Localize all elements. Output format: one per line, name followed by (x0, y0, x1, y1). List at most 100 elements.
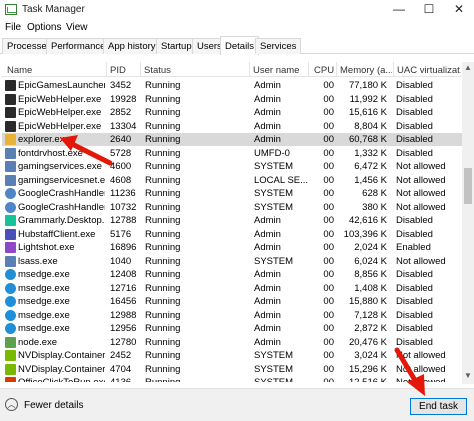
google-icon (5, 188, 16, 199)
cell-uac: Not allowed (396, 161, 446, 172)
table-row[interactable]: GoogleCrashHandler... 10732 Running SYSTEM 0… (2, 201, 462, 214)
cell-pid: 12956 (110, 323, 137, 334)
column-divider[interactable] (140, 62, 141, 77)
table-row[interactable]: EpicWebHelper.exe 19928 Running Admin 00 11,9… (2, 93, 462, 106)
cell-memory: 6,024 K (354, 255, 387, 267)
cell-memory: 1,456 K (354, 174, 387, 186)
cell-uac: Disabled (396, 323, 433, 334)
cell-pid: 12788 (110, 215, 137, 226)
cell-name: EpicWebHelper.exe (18, 107, 102, 118)
table-row[interactable]: Lightshot.exe 16896 Running Admin 00 2,024 K E… (2, 241, 462, 254)
minimize-button[interactable]: — (384, 0, 414, 20)
table-row[interactable]: HubstaffClient.exe 5176 Running Admin 00 103,… (2, 228, 462, 241)
table-header: Name ⌃ PID Status User name CPU Memory (… (2, 62, 462, 77)
cell-memory: 2,872 K (354, 323, 387, 334)
tab-startup[interactable]: Startup (156, 38, 197, 54)
cell-user: Admin (254, 107, 281, 118)
menu-view[interactable]: View (66, 22, 88, 33)
table-row[interactable]: lsass.exe 1040 Running SYSTEM 00 6,024 K Not a… (2, 255, 462, 268)
cell-memory: 60,768 K (348, 134, 387, 145)
column-divider[interactable] (308, 62, 309, 77)
column-divider[interactable] (393, 62, 394, 77)
cell-memory: 1,408 K (354, 282, 387, 294)
edge-icon (5, 296, 16, 307)
cell-user: Admin (254, 215, 281, 226)
cell-cpu: 00 (323, 174, 334, 186)
cell-status: Running (145, 377, 245, 382)
column-header-pid[interactable]: PID (110, 65, 126, 76)
cell-pid: 13304 (110, 120, 137, 132)
tab-services[interactable]: Services (255, 38, 302, 54)
epic-games-icon (5, 93, 16, 105)
cell-memory: 15,880 K (348, 296, 387, 307)
scroll-up-arrow-icon[interactable]: ▲ (462, 62, 474, 74)
scroll-down-arrow-icon[interactable]: ▼ (462, 370, 474, 382)
cell-status: Running (145, 134, 181, 145)
cell-name: GoogleCrashHandler... (18, 188, 105, 199)
table-row[interactable]: GoogleCrashHandler... 11236 Running SYSTEM 0… (2, 187, 462, 200)
cell-user: Admin (254, 269, 281, 280)
column-divider[interactable] (106, 62, 107, 77)
table-row[interactable]: EpicWebHelper.exe 2852 Running Admin 00 15,61… (2, 106, 462, 119)
tab-details[interactable]: Details (220, 36, 260, 55)
cell-name: msedge.exe (18, 269, 70, 280)
column-header-cpu[interactable]: CPU (314, 65, 334, 76)
cell-status: Running (145, 296, 181, 307)
cell-user: SYSTEM (254, 350, 294, 361)
column-header-memory[interactable]: Memory (a... (340, 65, 392, 76)
cell-user: SYSTEM (254, 188, 294, 199)
cell-user: Admin (254, 134, 281, 145)
office-icon (5, 377, 16, 382)
column-header-uac[interactable]: UAC virtualizat... (397, 65, 461, 76)
table-row[interactable]: msedge.exe 12956 Running Admin 00 2,872 K Disa… (2, 322, 462, 335)
table-row[interactable]: EpicWebHelper.exe 13304 Running Admin 00 8,80… (2, 120, 462, 133)
end-task-button[interactable]: End task (410, 398, 467, 415)
close-button[interactable]: ✕ (444, 0, 474, 20)
column-header-user[interactable]: User name (253, 65, 305, 76)
edge-icon (5, 282, 16, 294)
cell-pid: 4608 (110, 174, 132, 186)
table-row[interactable]: gamingservicesnet.e... 4608 Running LOCAL S… (2, 174, 462, 187)
cell-uac: Disabled (396, 282, 433, 294)
vertical-scrollbar[interactable]: ▲ ▼ (462, 62, 474, 384)
table-row[interactable]: msedge.exe 12988 Running Admin 00 7,128 K Disa… (2, 309, 462, 322)
cell-status: Running (145, 147, 181, 159)
cell-user: LOCAL SE... (254, 174, 309, 186)
table-row[interactable]: msedge.exe 12716 Running Admin 00 1,408 K Disa… (2, 282, 462, 295)
cell-name: gamingservicesnet.e... (18, 174, 105, 186)
table-row[interactable]: Grammarly.Desktop.... 12788 Running Admin 00… (2, 214, 462, 227)
title-bar: Task Manager — ☐ ✕ (0, 0, 474, 20)
column-divider[interactable] (336, 62, 337, 77)
scrollbar-thumb[interactable] (464, 168, 472, 204)
cell-cpu: 00 (323, 120, 334, 132)
maximize-button[interactable]: ☐ (414, 0, 444, 20)
cell-name: EpicWebHelper.exe (18, 120, 102, 132)
cell-name: EpicWebHelper.exe (18, 93, 102, 105)
cell-user: SYSTEM (254, 201, 294, 213)
fewer-details-link[interactable]: Fewer details (24, 400, 83, 411)
table-row[interactable]: EpicGamesLauncher... 3452 Running Admin 00 77… (2, 79, 462, 92)
cell-pid: 5176 (110, 228, 132, 240)
table-row[interactable]: msedge.exe 12408 Running Admin 00 8,856 K Disa… (2, 268, 462, 281)
cell-pid: 12408 (110, 269, 137, 280)
cell-user: SYSTEM (254, 363, 294, 375)
column-header-status[interactable]: Status (144, 65, 171, 76)
menu-options[interactable]: Options (27, 22, 61, 33)
column-divider[interactable] (249, 62, 250, 77)
cell-name: Grammarly.Desktop.... (18, 215, 105, 226)
nvidia-icon (5, 350, 16, 361)
cell-user: Admin (254, 120, 281, 132)
cell-pid: 11236 (110, 188, 136, 199)
cell-status: Running (145, 255, 181, 267)
table-row[interactable]: msedge.exe 16456 Running Admin 00 15,880 K Dis… (2, 295, 462, 308)
cell-name: node.exe (18, 336, 58, 348)
cell-cpu: 00 (323, 309, 334, 321)
cell-status: Running (145, 161, 181, 172)
tab-performance[interactable]: Performance (46, 38, 111, 54)
column-header-name[interactable]: Name (7, 65, 32, 76)
menu-file[interactable]: File (5, 22, 21, 33)
cell-user: Admin (254, 242, 281, 253)
chevron-up-icon[interactable]: ︿ (5, 398, 18, 411)
tab-app-history[interactable]: App history (103, 38, 161, 54)
cell-uac: Disabled (396, 93, 433, 105)
